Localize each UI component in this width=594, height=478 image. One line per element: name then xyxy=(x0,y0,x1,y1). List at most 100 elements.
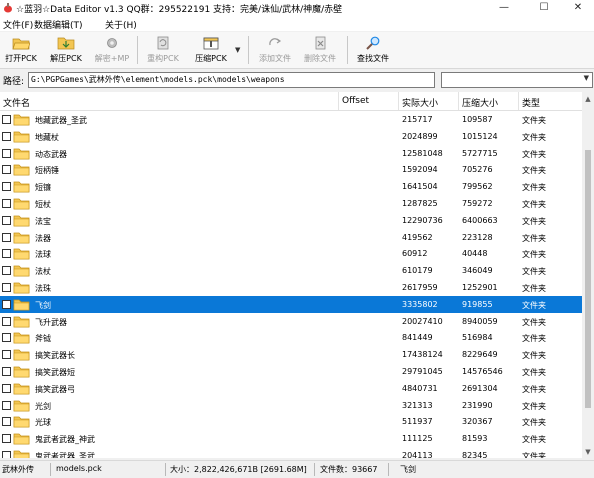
row-checkbox[interactable] xyxy=(2,249,11,259)
scroll-up-icon[interactable]: ▲ xyxy=(584,95,592,103)
row-checkbox[interactable] xyxy=(2,333,11,343)
row-checkbox[interactable] xyxy=(2,417,11,427)
find-file-button[interactable]: 查找文件 xyxy=(352,34,394,66)
table-row[interactable]: 鬼武者武器_神武 111125 81593 文件夹 xyxy=(0,430,582,447)
close-button[interactable]: ✕ xyxy=(560,0,594,17)
table-row[interactable]: 法球 60912 40448 文件夹 xyxy=(0,245,582,262)
row-checkbox[interactable] xyxy=(2,165,11,175)
table-row[interactable]: 搞笑武器短 29791045 14576546 文件夹 xyxy=(0,363,582,380)
column-divider[interactable] xyxy=(518,92,519,110)
table-row[interactable]: 斧钺 841449 516984 文件夹 xyxy=(0,329,582,346)
table-row[interactable]: 鬼武者武器_圣武 204113 82345 文件夹 xyxy=(0,447,582,458)
decrypt-gear-icon xyxy=(107,38,117,48)
column-header-real-size[interactable]: 实际大小 xyxy=(402,96,438,109)
chevron-down-icon[interactable]: ▼ xyxy=(584,74,589,82)
table-row[interactable]: 法宝 12290736 6400663 文件夹 xyxy=(0,212,582,229)
delete-file-label: 删除文件 xyxy=(304,54,336,63)
table-row[interactable]: 地藏杖 2024899 1015124 文件夹 xyxy=(0,128,582,145)
cell-name: 斧钺 xyxy=(35,334,51,344)
cell-compressed-size: 1015124 xyxy=(462,131,498,141)
table-row[interactable]: 光球 511937 320367 文件夹 xyxy=(0,413,582,430)
rebuild-pck-button[interactable]: 重构PCK xyxy=(143,34,183,66)
add-file-button[interactable]: 添加文件 xyxy=(254,34,296,66)
cell-type: 文件夹 xyxy=(522,452,546,458)
menu-data-edit[interactable]: 数据编辑(T) xyxy=(34,18,83,31)
open-pck-button[interactable]: 打开PCK xyxy=(2,34,40,66)
table-row[interactable]: 地藏武器_圣武 215717 109587 文件夹 xyxy=(0,111,582,128)
column-divider[interactable] xyxy=(338,92,339,110)
table-row[interactable]: 搞笑武器长 17438124 8229649 文件夹 xyxy=(0,346,582,363)
table-row[interactable]: 短杖 1287825 759272 文件夹 xyxy=(0,195,582,212)
row-checkbox[interactable] xyxy=(2,199,11,208)
menu-about[interactable]: 关于(H) xyxy=(105,18,137,31)
cell-type: 文件夹 xyxy=(522,132,546,142)
scroll-down-icon[interactable]: ▼ xyxy=(584,448,592,456)
path-bar: 路径: G:\PGPGames\武林外传\element\models.pck\… xyxy=(0,70,594,89)
table-row[interactable]: 短镰 1641504 799562 文件夹 xyxy=(0,178,582,195)
table-row[interactable]: 短柄锤 1592094 705276 文件夹 xyxy=(0,161,582,178)
row-checkbox[interactable] xyxy=(2,316,11,326)
cell-real-size: 2617959 xyxy=(402,283,438,292)
column-header-compressed-size[interactable]: 压缩大小 xyxy=(462,96,498,109)
cell-compressed-size: 516984 xyxy=(462,333,493,343)
row-checkbox[interactable] xyxy=(2,266,11,276)
compress-pck-label: 压缩PCK xyxy=(195,54,227,63)
table-row[interactable]: 飞升武器 20027410 8940059 文件夹 xyxy=(0,313,582,330)
cell-type: 文件夹 xyxy=(522,166,546,176)
table-row[interactable]: 光剑 321313 231990 文件夹 xyxy=(0,397,582,414)
table-row[interactable]: 法杖 610179 346049 文件夹 xyxy=(0,262,582,279)
column-header-offset[interactable]: Offset xyxy=(342,96,369,106)
compress-dropdown-arrow[interactable]: ▼ xyxy=(235,46,243,54)
cell-name: 搞笑武器短 xyxy=(35,368,75,377)
row-checkbox[interactable] xyxy=(2,148,11,158)
file-list[interactable]: 文件名 Offset 实际大小 压缩大小 类型 地藏武器_圣武 215717 109… xyxy=(0,92,582,458)
column-divider[interactable] xyxy=(398,92,399,110)
row-checkbox[interactable] xyxy=(2,400,11,410)
path-input[interactable]: G:\PGPGames\武林外传\element\models.pck\mode… xyxy=(28,72,435,88)
path-combo[interactable]: ▼ xyxy=(441,72,593,88)
cell-name: 搞笑武器弓 xyxy=(35,384,75,394)
minimize-button[interactable]: — xyxy=(486,0,522,17)
row-checkbox[interactable] xyxy=(2,283,11,292)
row-checkbox[interactable] xyxy=(2,367,11,376)
decrypt-mp-button[interactable]: 解密+MP xyxy=(92,34,132,66)
table-row[interactable]: 法器 419562 223128 文件夹 xyxy=(0,229,582,246)
compress-pck-button[interactable]: 压缩PCK xyxy=(190,34,232,66)
table-row[interactable]: 法珠 2617959 1252901 文件夹 xyxy=(0,279,582,296)
vertical-scrollbar[interactable]: ▲ ▼ xyxy=(582,92,594,458)
menu-file[interactable]: 文件(F) xyxy=(3,18,33,31)
row-checkbox[interactable] xyxy=(2,383,11,393)
extract-pck-button[interactable]: 解压PCK xyxy=(46,34,86,66)
folder-icon xyxy=(13,113,30,126)
cell-type: 文件夹 xyxy=(522,216,546,226)
folder-icon xyxy=(13,231,30,244)
row-checkbox[interactable] xyxy=(2,182,11,192)
scrollbar-thumb[interactable] xyxy=(585,150,591,408)
cell-type: 文件夹 xyxy=(522,267,546,277)
row-checkbox[interactable] xyxy=(2,434,11,444)
row-checkbox[interactable] xyxy=(2,115,11,124)
row-checkbox[interactable] xyxy=(2,131,11,141)
table-row[interactable]: 动态武器 12581048 5727715 文件夹 xyxy=(0,145,582,162)
row-checkbox[interactable] xyxy=(2,350,11,360)
column-divider[interactable] xyxy=(458,92,459,110)
column-header-type[interactable]: 类型 xyxy=(522,96,540,109)
cell-compressed-size: 82345 xyxy=(462,451,488,458)
row-checkbox[interactable] xyxy=(2,215,11,225)
maximize-button[interactable]: ☐ xyxy=(526,0,562,17)
table-row[interactable]: 搞笑武器弓 4840731 2691304 文件夹 xyxy=(0,380,582,397)
column-header-name[interactable]: 文件名 xyxy=(3,96,30,109)
cell-type: 文件夹 xyxy=(522,401,546,411)
cell-real-size: 1592094 xyxy=(402,165,438,175)
table-row[interactable]: 飞剑 3335802 919855 文件夹 xyxy=(0,295,582,313)
cell-real-size: 841449 xyxy=(402,333,433,343)
row-checkbox[interactable] xyxy=(2,299,11,309)
cell-compressed-size: 5727715 xyxy=(462,148,498,158)
delete-file-button[interactable]: 删除文件 xyxy=(299,34,341,66)
cell-type: 文件夹 xyxy=(522,183,546,193)
status-divider xyxy=(388,463,389,476)
cell-type: 文件夹 xyxy=(522,116,546,125)
row-checkbox[interactable] xyxy=(2,451,11,458)
cell-compressed-size: 223128 xyxy=(462,232,493,242)
row-checkbox[interactable] xyxy=(2,232,11,242)
